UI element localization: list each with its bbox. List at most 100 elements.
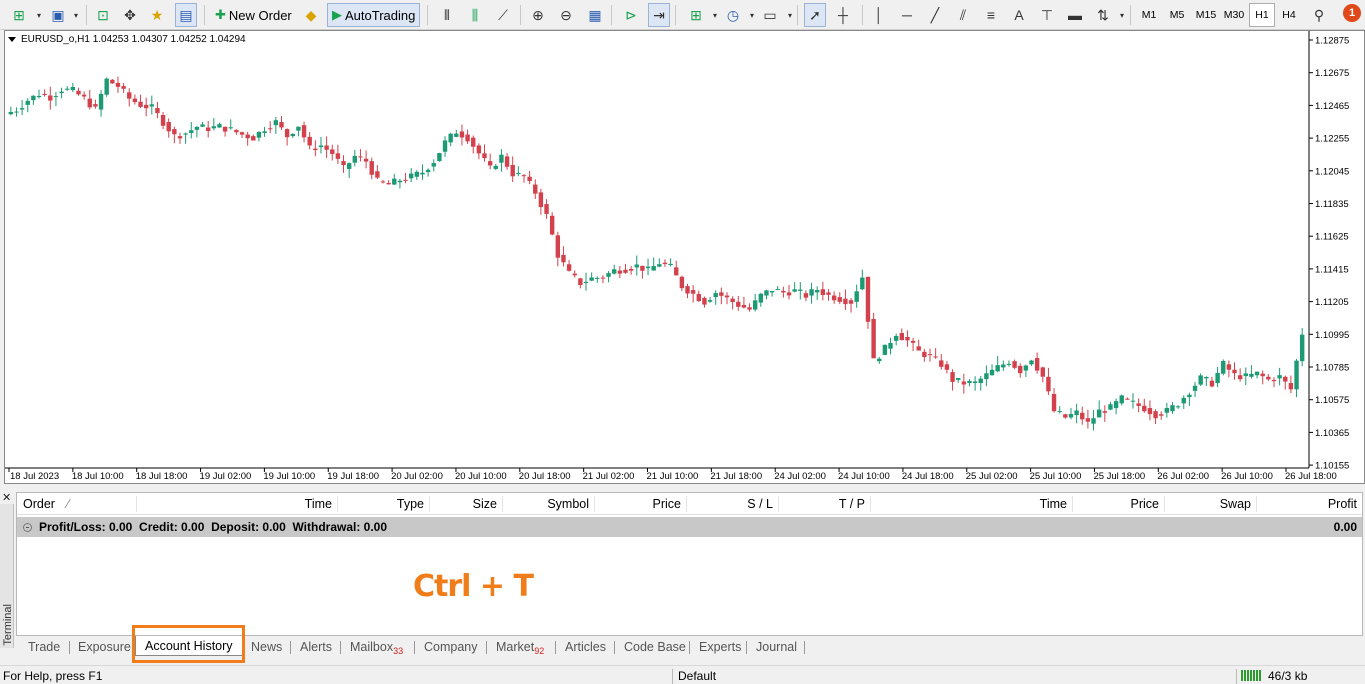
- close-icon[interactable]: ✕: [2, 491, 11, 504]
- candle-body: [1119, 395, 1124, 404]
- timeframe-m5[interactable]: M5: [1164, 3, 1190, 27]
- candle-body: [363, 158, 369, 162]
- timeframe-m30[interactable]: M30: [1220, 3, 1248, 27]
- y-tick-label: 1.10155: [1315, 461, 1349, 472]
- tab-news[interactable]: News: [251, 638, 282, 656]
- candle-body: [375, 171, 380, 178]
- text-tool-icon[interactable]: A: [1008, 3, 1030, 27]
- candle-body: [758, 293, 764, 303]
- terminal-toggle-icon[interactable]: ▤: [175, 3, 197, 27]
- zoom-in-icon[interactable]: ⊕: [527, 3, 549, 27]
- candle-body: [155, 107, 160, 114]
- timeframe-m15[interactable]: M15: [1192, 3, 1220, 27]
- candle-body: [933, 356, 938, 358]
- candle-body: [955, 377, 961, 380]
- bar-chart-icon[interactable]: ⫴: [436, 3, 458, 27]
- candle-body: [781, 290, 786, 293]
- col-order[interactable]: Order ⁄: [23, 493, 83, 515]
- tab-trade[interactable]: Trade: [28, 638, 60, 656]
- new-chart-icon[interactable]: ⊞: [8, 3, 30, 27]
- new-order-button[interactable]: ✚ New Order: [211, 3, 296, 27]
- data-window-icon[interactable]: ✥: [119, 3, 141, 27]
- y-tick-label: 1.12675: [1315, 68, 1349, 79]
- tab-exposure[interactable]: Exposure: [78, 638, 131, 656]
- candle-body: [262, 131, 267, 133]
- timeframe-h1[interactable]: H1: [1249, 3, 1275, 27]
- candle-body: [408, 173, 414, 179]
- timeframe-m1[interactable]: M1: [1136, 3, 1162, 27]
- col-sl[interactable]: S / L: [687, 493, 773, 515]
- summary-row[interactable]: Profit/Loss: 0.00 Credit: 0.00 Deposit: …: [17, 517, 1362, 537]
- candle-body: [352, 156, 358, 163]
- candle-body: [538, 192, 544, 208]
- candle-body: [284, 129, 290, 138]
- templates-icon[interactable]: ▭: [759, 3, 781, 27]
- col-symbol[interactable]: Symbol: [503, 493, 589, 515]
- chart-shift-icon[interactable]: ⊳: [620, 3, 642, 27]
- status-traffic: 46/3 kb: [1268, 669, 1308, 683]
- trendline-icon[interactable]: ╱: [924, 3, 946, 27]
- candle-body: [127, 92, 132, 99]
- crosshair-icon[interactable]: ┼: [832, 3, 854, 27]
- autoscroll-icon[interactable]: ⇥: [648, 3, 670, 27]
- horizontal-line-icon[interactable]: ─: [896, 3, 918, 27]
- auto-trading-button[interactable]: ▶ AutoTrading: [327, 3, 421, 27]
- tab-experts[interactable]: Experts: [699, 638, 741, 656]
- candle-body: [290, 133, 295, 137]
- x-tick-label: 19 Jul 02:00: [200, 471, 252, 482]
- tab-company[interactable]: Company: [424, 638, 478, 656]
- timeframe-h4[interactable]: H4: [1276, 3, 1302, 27]
- y-tick-label: 1.12255: [1315, 134, 1349, 145]
- col-tp[interactable]: T / P: [779, 493, 865, 515]
- candle-body: [510, 165, 515, 177]
- col-size[interactable]: Size: [430, 493, 497, 515]
- fibonacci-icon[interactable]: ≡: [980, 3, 1002, 27]
- candle-body: [950, 372, 955, 382]
- search-icon[interactable]: ⚲: [1308, 3, 1330, 27]
- rectangle-icon[interactable]: ▬: [1064, 3, 1086, 27]
- meta-editor-icon[interactable]: ◆: [300, 3, 322, 27]
- col-time[interactable]: Time: [137, 493, 332, 515]
- text-label-icon[interactable]: ⊤: [1036, 3, 1058, 27]
- col-profit[interactable]: Profit: [1257, 493, 1357, 515]
- collapse-icon[interactable]: [23, 522, 32, 532]
- dropdown-icon[interactable]: ▾: [65, 3, 87, 27]
- candle-body: [1001, 364, 1006, 368]
- col-close-price[interactable]: Price: [1073, 493, 1159, 515]
- tab-articles[interactable]: Articles: [565, 638, 606, 656]
- line-chart-icon[interactable]: ⟋: [492, 3, 514, 27]
- candle-body: [1136, 403, 1141, 406]
- price-chart[interactable]: 1.12875 1.12675 1.12465 1.12255 1.12045 1.118…: [4, 30, 1365, 484]
- tab-journal[interactable]: Journal: [756, 638, 797, 656]
- notifications-badge[interactable]: 1: [1343, 4, 1361, 22]
- vertical-line-icon[interactable]: │: [868, 3, 890, 27]
- col-price[interactable]: Price: [595, 493, 681, 515]
- cursor-icon[interactable]: ➚: [804, 3, 826, 27]
- candle-body: [25, 100, 30, 105]
- tab-mailbox[interactable]: Mailbox33: [350, 638, 403, 656]
- candle-body: [493, 165, 498, 169]
- equidistant-channel-icon[interactable]: ⫽: [952, 3, 974, 27]
- tab-market[interactable]: Market92: [496, 638, 544, 656]
- candle-body: [888, 342, 893, 349]
- status-bar: For Help, press F1 Default 46/3 kb: [0, 665, 1365, 684]
- market-watch-icon[interactable]: ⊡: [92, 3, 114, 27]
- candle-body: [1283, 376, 1288, 382]
- candle-body: [634, 264, 639, 268]
- candle-body: [200, 124, 205, 127]
- col-swap[interactable]: Swap: [1165, 493, 1251, 515]
- col-type[interactable]: Type: [338, 493, 424, 515]
- tab-alerts[interactable]: Alerts: [300, 638, 332, 656]
- col-close-time[interactable]: Time: [871, 493, 1067, 515]
- navigator-icon[interactable]: ★: [146, 3, 168, 27]
- candle-body: [679, 276, 685, 289]
- tab-code-base[interactable]: Code Base: [624, 638, 686, 656]
- zoom-out-icon[interactable]: ⊖: [555, 3, 577, 27]
- candle-body: [177, 136, 183, 139]
- candle-body: [1288, 383, 1294, 390]
- candle-body: [36, 95, 42, 98]
- candlesticks-icon[interactable]: ⫼: [464, 3, 486, 27]
- tile-windows-icon[interactable]: ▦: [584, 3, 606, 27]
- candle-body: [1204, 377, 1209, 379]
- candle-body: [121, 86, 126, 89]
